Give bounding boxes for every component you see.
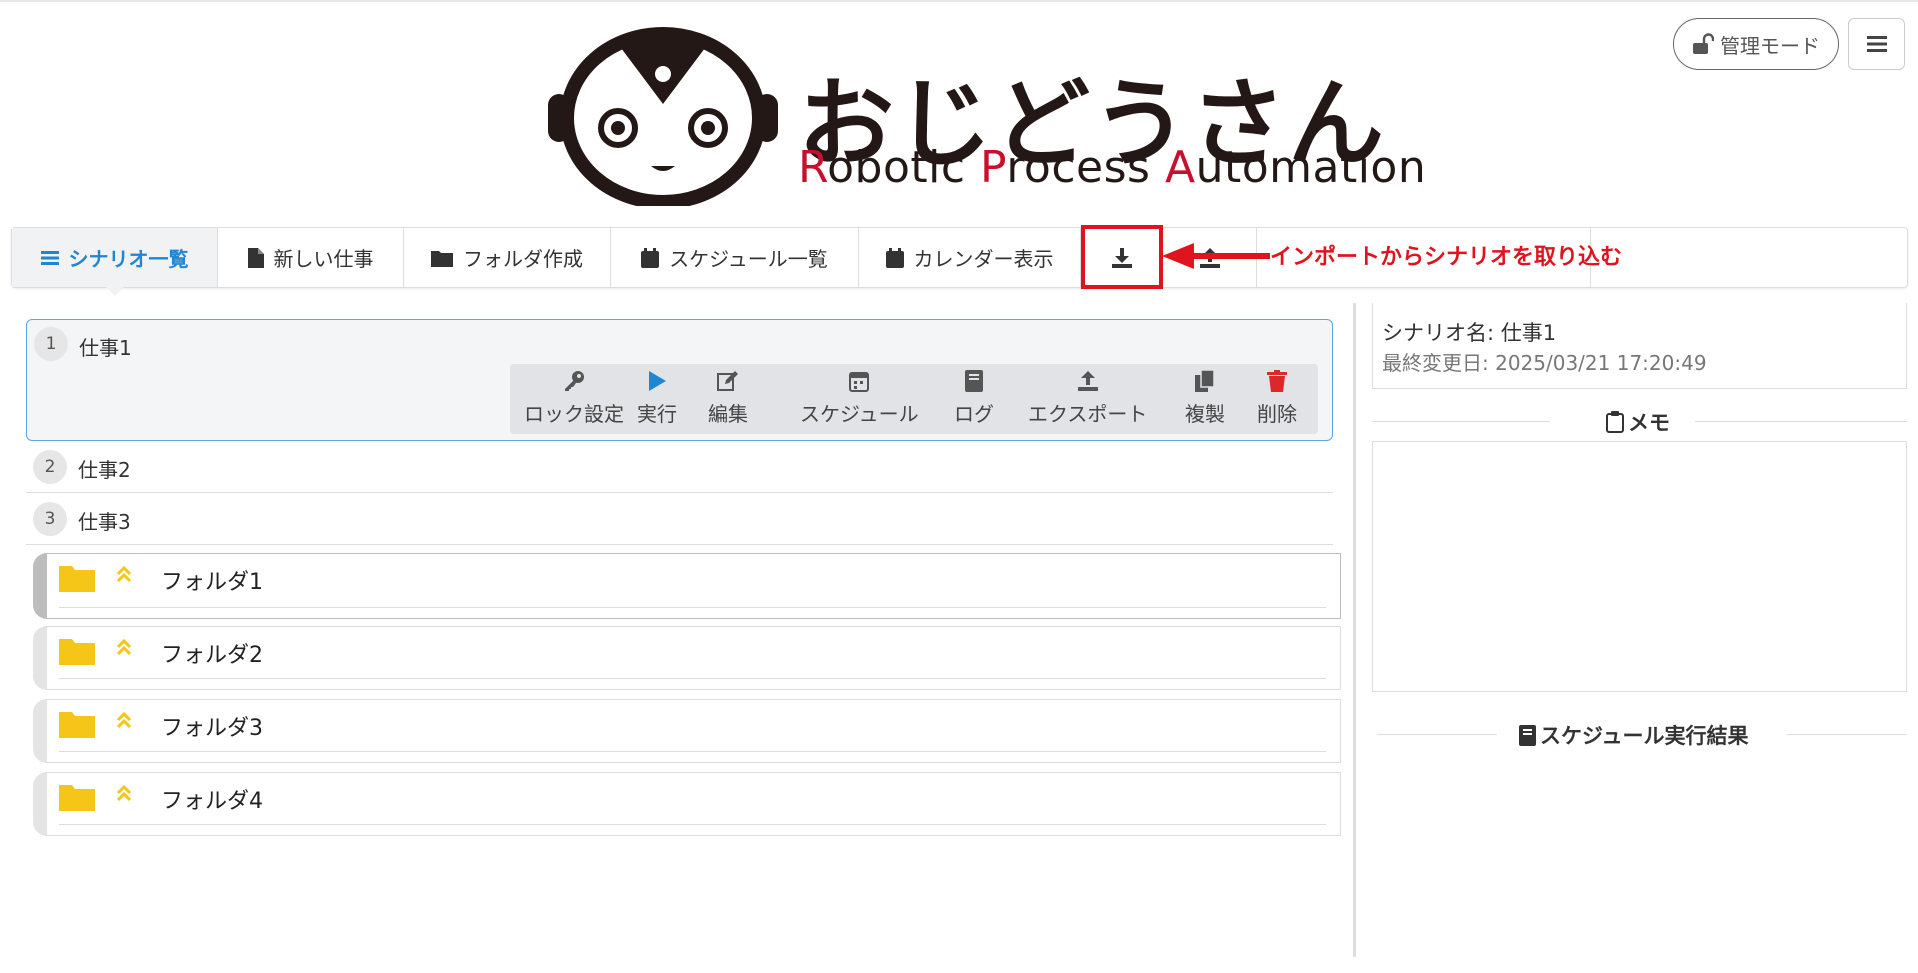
book-icon	[965, 370, 983, 392]
task-name[interactable]: 仕事2	[78, 454, 131, 483]
folder-name[interactable]: フォルダ1	[161, 564, 263, 596]
divider	[1377, 734, 1497, 735]
divider	[1787, 734, 1907, 735]
tab-scenario-list[interactable]: シナリオ一覧	[12, 228, 218, 296]
tab-schedule-list[interactable]: スケジュール一覧	[611, 228, 859, 287]
folder-name[interactable]: フォルダ4	[161, 783, 263, 815]
folder-item[interactable]: フォルダ1	[33, 553, 1341, 619]
chevron-up-icon[interactable]	[116, 712, 132, 730]
main-tab-bar: シナリオ一覧 新しい仕事 フォルダ作成 スケジュール一覧 カレンダー表示	[11, 227, 1908, 296]
divider	[59, 678, 1326, 679]
hamburger-icon	[1866, 36, 1887, 52]
divider	[1372, 421, 1550, 422]
schedule-results-header: スケジュール実行結果	[1519, 720, 1749, 750]
task-number: 3	[33, 502, 67, 536]
task-item-selected[interactable]: 1 仕事1 ロック設定 実行 編集 スケジュール ログ エクスポート 複製 削除	[26, 319, 1333, 441]
chevron-up-icon[interactable]	[116, 566, 132, 584]
divider	[59, 824, 1326, 825]
tab-calendar-view[interactable]: カレンダー表示	[859, 228, 1081, 287]
file-icon	[247, 247, 264, 268]
robot-mascot-icon	[548, 27, 778, 206]
task-number: 2	[33, 450, 67, 484]
top-border	[0, 0, 1918, 2]
folder-name[interactable]: フォルダ3	[161, 710, 263, 742]
import-annotation: インポートからシナリオを取り込む	[1270, 245, 1623, 270]
calendar-icon	[641, 247, 660, 268]
play-icon	[649, 371, 666, 391]
chevron-up-icon[interactable]	[116, 785, 132, 803]
panel-divider[interactable]	[1353, 303, 1356, 957]
folder-icon	[59, 639, 95, 665]
clipboard-icon	[1606, 411, 1624, 433]
folder-icon	[431, 250, 453, 267]
edit-icon	[717, 371, 738, 391]
book-icon	[1519, 724, 1536, 746]
hamburger-menu-button[interactable]	[1848, 18, 1905, 70]
scenario-info-card: シナリオ名: 仕事1 最終変更日: 2025/03/21 17:20:49	[1372, 303, 1907, 389]
tab-create-folder[interactable]: フォルダ作成	[404, 228, 611, 287]
key-icon	[565, 371, 584, 391]
task-number: 1	[34, 327, 68, 361]
run-button[interactable]: 実行	[637, 370, 677, 427]
duplicate-button[interactable]: 複製	[1185, 370, 1225, 427]
folder-item[interactable]: フォルダ3	[33, 699, 1341, 763]
folder-icon	[59, 712, 95, 738]
scenario-name: シナリオ名: 仕事1	[1382, 321, 1557, 345]
chevron-up-icon[interactable]	[116, 639, 132, 657]
task-name[interactable]: 仕事1	[79, 332, 132, 361]
logo-subtitle: Robotic Process Automation	[798, 142, 1427, 193]
annotation-arrow-icon	[1162, 243, 1270, 269]
folder-item[interactable]: フォルダ4	[33, 772, 1341, 836]
folder-item[interactable]: フォルダ2	[33, 626, 1341, 690]
upload-icon	[1077, 371, 1098, 391]
list-icon	[40, 250, 59, 265]
folder-icon	[59, 785, 95, 811]
divider	[59, 751, 1326, 752]
last-modified: 最終変更日: 2025/03/21 17:20:49	[1382, 351, 1707, 375]
admin-mode-label: 管理モード	[1720, 33, 1820, 58]
app-logo: おじどうさん Robotic Process Automation	[548, 26, 1426, 206]
memo-area[interactable]	[1372, 441, 1907, 692]
trash-icon	[1267, 370, 1287, 392]
memo-header: メモ	[1606, 407, 1670, 437]
calendar-icon	[885, 247, 904, 268]
export-button[interactable]: エクスポート	[1028, 370, 1147, 427]
admin-mode-button[interactable]: 管理モード	[1673, 18, 1839, 70]
calendar-icon	[849, 372, 870, 392]
task-item[interactable]: 2 仕事2	[26, 441, 1333, 493]
divider	[59, 607, 1326, 608]
lock-settings-button[interactable]: ロック設定	[524, 370, 624, 427]
log-button[interactable]: ログ	[954, 370, 994, 427]
folder-icon	[59, 566, 95, 592]
folder-name[interactable]: フォルダ2	[161, 637, 263, 669]
delete-button[interactable]: 削除	[1257, 370, 1297, 427]
edit-button[interactable]: 編集	[708, 370, 748, 427]
task-item[interactable]: 3 仕事3	[26, 493, 1333, 545]
schedule-button[interactable]: スケジュール	[800, 370, 919, 427]
unlock-icon	[1693, 33, 1714, 54]
divider	[1695, 421, 1907, 422]
import-highlight-box	[1081, 225, 1163, 289]
copy-icon	[1195, 370, 1215, 392]
task-name[interactable]: 仕事3	[78, 506, 131, 535]
task-action-bar: ロック設定 実行 編集 スケジュール ログ エクスポート 複製 削除	[510, 364, 1318, 434]
tab-new-task[interactable]: 新しい仕事	[218, 228, 404, 287]
